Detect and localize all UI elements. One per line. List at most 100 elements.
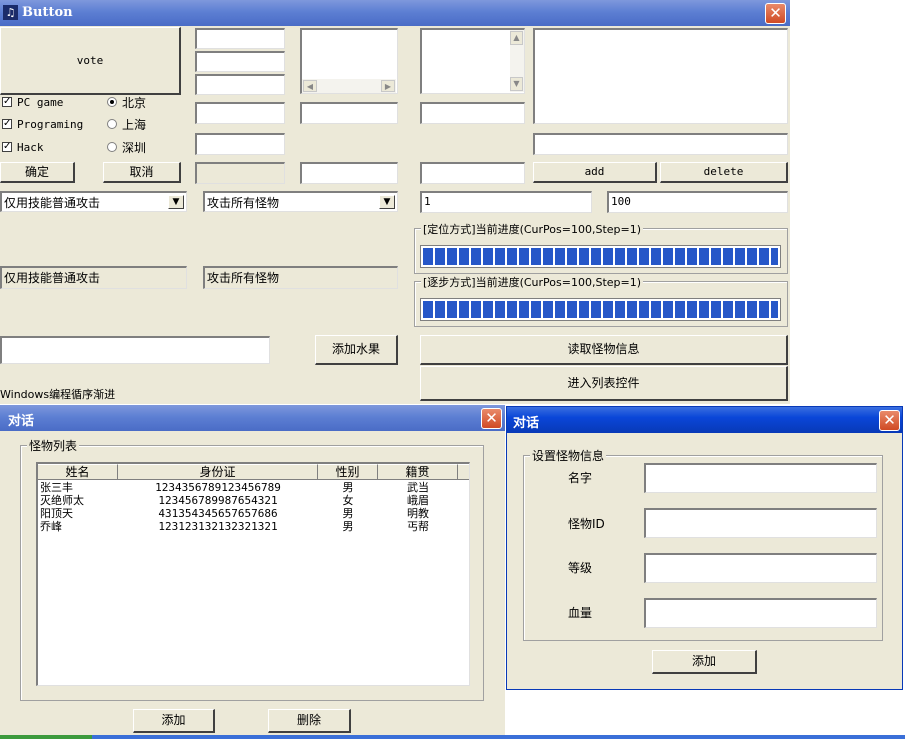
group-label: [定位方式]当前进度(CurPos=100,Step=1) <box>421 221 644 237</box>
static-text: 攻击所有怪物 <box>207 271 280 285</box>
cell-origin: 明教 <box>407 507 429 520</box>
edit-field[interactable] <box>300 162 398 184</box>
cancel-button[interactable]: 取消 <box>103 162 181 183</box>
progress-position-input[interactable]: 1 <box>420 191 592 213</box>
delete-button[interactable]: delete <box>660 162 788 183</box>
group-label: 怪物列表 <box>27 437 80 454</box>
cell-name: 灭绝师太 <box>40 494 84 507</box>
edit-field[interactable] <box>195 133 285 155</box>
progress-fill <box>423 301 778 318</box>
radio-circle[interactable] <box>107 142 117 152</box>
field-label-name: 名字 <box>568 471 593 485</box>
add-button[interactable]: add <box>533 162 657 183</box>
monster-id-input[interactable] <box>644 508 877 538</box>
name-input[interactable] <box>644 463 877 493</box>
radio-label: 上海 <box>122 118 147 132</box>
checkbox-box[interactable]: ✓ <box>2 119 12 129</box>
checkbox-label: Hack <box>17 141 44 154</box>
column-header-gender[interactable]: 性别 <box>318 464 378 480</box>
vertical-scrollbar[interactable]: ▲ ▼ <box>510 30 524 92</box>
edit-field-disabled <box>195 162 285 184</box>
column-header-origin[interactable]: 籍贯 <box>378 464 458 480</box>
column-header-id[interactable]: 身份证 <box>118 464 318 480</box>
edit-field[interactable] <box>533 133 788 155</box>
close-button[interactable]: ✕ <box>765 3 786 24</box>
scroll-right-icon[interactable]: ▶ <box>381 80 395 92</box>
progress-bar-position <box>420 245 781 268</box>
radio-circle[interactable] <box>107 119 117 129</box>
attack-mode-combobox[interactable]: 仅用技能普通攻击 ▼ <box>0 191 187 212</box>
cell-gender: 男 <box>342 507 354 520</box>
monster-list-view[interactable]: 姓名 身份证 性别 籍贯 张三丰 1234356789123456789 男 武… <box>36 462 470 686</box>
main-titlebar[interactable]: ♫ Button ✕ <box>0 0 790 26</box>
info-dialog-titlebar[interactable]: 对话 ✕ <box>507 407 902 433</box>
scroll-up-icon[interactable]: ▲ <box>510 31 523 45</box>
checkbox-label: PC game <box>17 96 64 109</box>
attack-mode-static: 仅用技能普通攻击 <box>0 266 187 289</box>
cell-origin: 丐帮 <box>407 520 429 533</box>
edit-field[interactable] <box>195 28 285 49</box>
edit-field[interactable] <box>195 51 285 72</box>
close-button[interactable]: ✕ <box>481 408 502 429</box>
scroll-left-icon[interactable]: ◀ <box>303 80 317 92</box>
combobox-value: 攻击所有怪物 <box>207 196 280 210</box>
target-static: 攻击所有怪物 <box>203 266 398 289</box>
cell-origin: 峨眉 <box>407 494 429 507</box>
progress-group-position: [定位方式]当前进度(CurPos=100,Step=1) <box>414 221 788 274</box>
input-value: 1 <box>424 195 431 208</box>
vote-button[interactable]: vote <box>0 27 181 95</box>
field-label-monster-id: 怪物ID <box>568 517 605 531</box>
dialog-title: 对话 <box>513 416 540 431</box>
cell-id: 431354345657657686 <box>158 507 278 520</box>
fruit-input[interactable] <box>0 336 270 364</box>
edit-field[interactable] <box>195 102 285 124</box>
close-icon: ✕ <box>769 4 782 22</box>
read-monster-info-button[interactable]: 读取怪物信息 <box>420 335 788 365</box>
cell-id: 123123132132321321 <box>158 520 278 533</box>
main-window: ♫ Button ✕ vote ✓ PC game ✓ Programing ✓… <box>0 0 790 404</box>
close-icon: ✕ <box>485 409 498 427</box>
checkbox-box[interactable]: ✓ <box>2 142 12 152</box>
close-button[interactable]: ✕ <box>879 410 900 431</box>
multiline-edit-large[interactable] <box>533 28 788 124</box>
progress-max-input[interactable]: 100 <box>607 191 788 213</box>
cell-name: 阳顶天 <box>40 507 73 520</box>
ok-button[interactable]: 确定 <box>0 162 75 183</box>
edit-field[interactable] <box>420 102 525 124</box>
level-input[interactable] <box>644 553 877 583</box>
checkbox-box[interactable]: ✓ <box>2 97 12 107</box>
music-note-icon: ♫ <box>3 5 18 20</box>
group-label: 设置怪物信息 <box>530 447 607 464</box>
input-value: 100 <box>611 195 631 208</box>
cell-gender: 男 <box>342 481 354 494</box>
add-fruit-button[interactable]: 添加水果 <box>315 335 398 365</box>
cell-id: 1234356789123456789 <box>155 481 281 494</box>
enter-list-control-button[interactable]: 进入列表控件 <box>420 366 788 401</box>
list-delete-button[interactable]: 删除 <box>268 709 351 733</box>
hp-input[interactable] <box>644 598 877 628</box>
checkbox-label: Programing <box>17 118 84 131</box>
taskbar-start-edge <box>0 735 92 739</box>
edit-field[interactable] <box>195 74 285 95</box>
cell-origin: 武当 <box>407 481 429 494</box>
dialog-title: 对话 <box>8 414 35 429</box>
combobox-value: 仅用技能普通攻击 <box>4 196 101 210</box>
edit-field[interactable] <box>420 162 525 184</box>
cell-id: 123456789987654321 <box>158 494 278 507</box>
radio-circle[interactable] <box>107 97 117 107</box>
cell-gender: 女 <box>342 494 354 507</box>
target-combobox[interactable]: 攻击所有怪物 ▼ <box>203 191 398 212</box>
multiline-edit-vscroll[interactable]: ▲ ▼ <box>420 28 525 94</box>
info-add-button[interactable]: 添加 <box>652 650 757 674</box>
horizontal-scrollbar[interactable]: ◀ ▶ <box>302 79 396 93</box>
edit-field[interactable] <box>300 102 398 124</box>
chevron-down-icon[interactable]: ▼ <box>379 195 395 209</box>
list-dialog-titlebar[interactable]: 对话 ✕ <box>0 405 505 431</box>
column-header-name[interactable]: 姓名 <box>38 464 118 480</box>
list-add-button[interactable]: 添加 <box>133 709 215 733</box>
chevron-down-icon[interactable]: ▼ <box>168 195 184 209</box>
scroll-down-icon[interactable]: ▼ <box>510 77 523 91</box>
multiline-edit-hscroll[interactable]: ◀ ▶ <box>300 28 398 94</box>
field-label-level: 等级 <box>568 561 593 575</box>
column-header-filler <box>458 464 469 480</box>
